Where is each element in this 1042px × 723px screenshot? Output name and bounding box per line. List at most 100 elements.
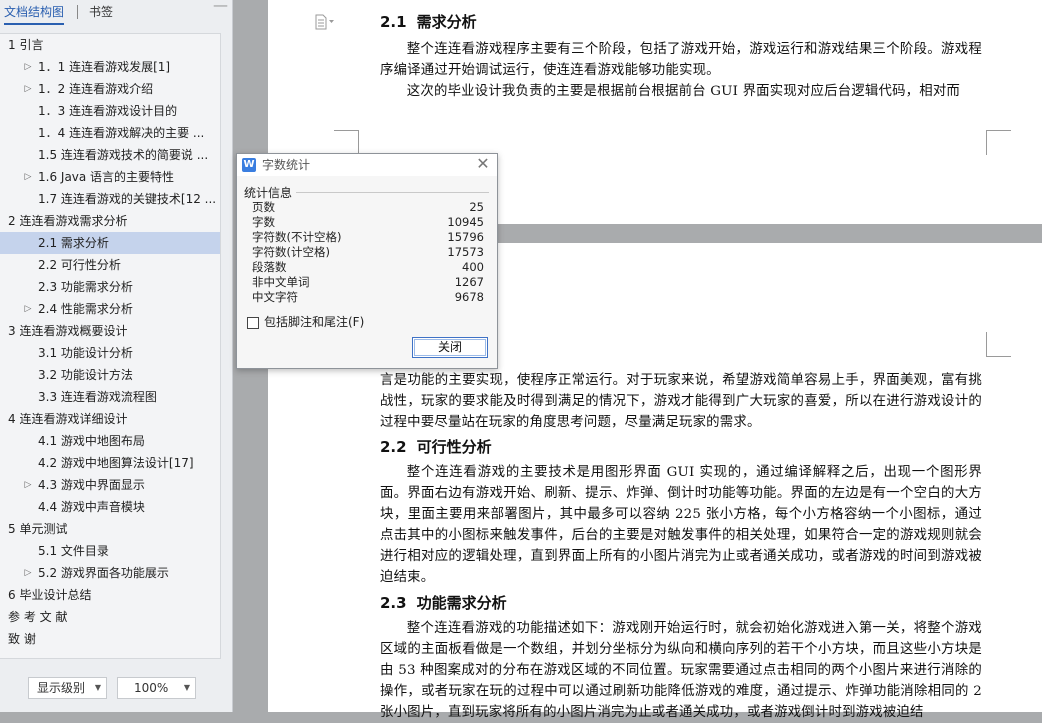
paragraph: 这次的毕业设计我负责的主要是根据前台根据前台 GUI 界面实现对应后台逻辑代码，… (406, 84, 961, 99)
stat-label: 段落数 (252, 260, 287, 274)
outline-item-label: 3 连连看游戏概要设计 (8, 324, 128, 338)
outline-item-label: 5.2 游戏界面各功能展示 (38, 566, 169, 580)
outline-item[interactable]: ▷ 1．1 连连看游戏发展[1] (0, 56, 220, 78)
stat-row: 页数 25 (252, 200, 484, 215)
margin-mark (334, 130, 359, 155)
outline-item[interactable]: 1.5 连连看游戏技术的简要说 ... (0, 144, 220, 166)
display-level-dropdown[interactable]: 显示级别 ▼ (28, 677, 107, 699)
outline-item[interactable]: 4.2 游戏中地图算法设计[17] (0, 452, 220, 474)
document-icon[interactable] (314, 14, 336, 30)
outline-item[interactable]: ▷ 5.2 游戏界面各功能展示 (0, 562, 220, 584)
paragraph: 整个连连看游戏程序主要有三个阶段，包括了游戏开始，游戏运行和游戏结果三个阶段。游… (380, 42, 982, 78)
outline-item[interactable]: 参 考 文 献 (0, 606, 220, 628)
close-icon[interactable]: ✕ (475, 155, 491, 173)
outline-item-label: 1．4 连连看游戏解决的主要 ... (38, 126, 205, 140)
expand-arrow-icon[interactable]: ▷ (23, 78, 33, 100)
section-heading-2-1: 2.1 需求分析 (380, 11, 477, 33)
include-footnotes-checkbox[interactable] (247, 317, 259, 329)
heading-text: 功能需求分析 (416, 594, 507, 612)
outline-item[interactable]: 1 引言 (0, 34, 220, 56)
stat-label: 页数 (252, 200, 275, 214)
outline-item-label: 2.2 可行性分析 (38, 258, 121, 272)
outline-item-label: 3.1 功能设计分析 (38, 346, 133, 360)
paragraph: 言是功能的主要实现，使程序正常运行。对于玩家来说，希望游戏简单容易上手，界面美观… (380, 373, 982, 430)
expand-arrow-icon[interactable]: ▷ (23, 166, 33, 188)
outline-item[interactable]: 5 单元测试 (0, 518, 220, 540)
dialog-title: 字数统计 (262, 158, 311, 172)
expand-arrow-icon[interactable]: ▷ (23, 56, 33, 78)
outline-item-label: 4.2 游戏中地图算法设计[17] (38, 456, 194, 470)
outline-item[interactable]: 2 连连看游戏需求分析 (0, 210, 220, 232)
expand-arrow-icon[interactable]: ▷ (23, 562, 33, 584)
outline-item[interactable]: 5.1 文件目录 (0, 540, 220, 562)
dialog-titlebar[interactable]: W 字数统计 ✕ (237, 154, 497, 176)
stat-label: 字符数(计空格) (252, 245, 330, 259)
stat-row: 中文字符 9678 (252, 290, 484, 305)
outline-item-label: 1．2 连连看游戏介绍 (38, 82, 154, 96)
outline-item[interactable]: 4 连连看游戏详细设计 (0, 408, 220, 430)
zoom-dropdown[interactable]: 100% ▼ (117, 677, 196, 699)
stat-label: 中文字符 (252, 290, 298, 304)
outline-item[interactable]: 3.3 连连看游戏流程图 (0, 386, 220, 408)
nav-bottom-bar: 显示级别 ▼ 100% ▼ (0, 672, 232, 704)
outline-item[interactable]: 3.1 功能设计分析 (0, 342, 220, 364)
heading-text: 需求分析 (416, 13, 477, 31)
stat-value: 15796 (447, 230, 484, 244)
outline-item-label: 2 连连看游戏需求分析 (8, 214, 128, 228)
stat-label: 字数 (252, 215, 275, 229)
outline-item-label: 参 考 文 献 (8, 610, 68, 624)
include-footnotes-label[interactable]: 包括脚注和尾注(F) (264, 314, 364, 330)
section-heading-2-3: 2.3 功能需求分析 (380, 592, 507, 614)
expand-arrow-icon[interactable]: ▷ (23, 298, 33, 320)
heading-number: 2.2 (380, 438, 407, 456)
tab-document-map[interactable]: 文档结构图 (4, 3, 65, 25)
outline-item-label: 4 连连看游戏详细设计 (8, 412, 128, 426)
tab-bookmarks[interactable]: 书签 (89, 3, 113, 21)
outline-item[interactable]: 3 连连看游戏概要设计 (0, 320, 220, 342)
outline-item[interactable]: ▷ 2.4 性能需求分析 (0, 298, 220, 320)
heading-number: 2.1 (380, 13, 407, 31)
outline-item-label: 1．3 连连看游戏设计目的 (38, 104, 178, 118)
outline-item[interactable]: 3.2 功能设计方法 (0, 364, 220, 386)
chevron-down-icon: ▼ (183, 683, 190, 692)
outline-item-label: 3.3 连连看游戏流程图 (38, 390, 157, 404)
outline-item-label: 2.4 性能需求分析 (38, 302, 133, 316)
navigation-pane: 文档结构图 书签 — 1 引言 ▷ 1．1 连连看游戏发展[1] ▷ 1．2 连连看游戏… (0, 0, 233, 712)
nav-tabs: 文档结构图 书签 — (0, 0, 232, 25)
stat-row: 非中文单词 1267 (252, 275, 484, 290)
stat-row: 字符数(不计空格) 15796 (252, 230, 484, 245)
paragraph: 整个连连看游戏的主要技术是用图形界面 GUI 实现的，通过编译解释之后，出现一个… (380, 465, 982, 585)
section-heading-2-2: 2.2 可行性分析 (380, 436, 492, 458)
stat-row: 字数 10945 (252, 215, 484, 230)
paragraph: 整个连连看游戏的功能描述如下：游戏刚开始运行时，就会初始化游戏进入第一关，将整个… (380, 621, 982, 720)
outline-item[interactable]: 1.7 连连看游戏的关键技术[12 ... (0, 188, 220, 210)
outline-item[interactable]: ▷ 4.3 游戏中界面显示 (0, 474, 220, 496)
outline-item-label: 3.2 功能设计方法 (38, 368, 133, 382)
outline-item[interactable]: 4.4 游戏中声音模块 (0, 496, 220, 518)
outline-item[interactable]: 4.1 游戏中地图布局 (0, 430, 220, 452)
outline-item[interactable]: ▷ 1．2 连连看游戏介绍 (0, 78, 220, 100)
word-count-dialog: W 字数统计 ✕ 统计信息 包括脚注和尾注(F) 关闭 页数 25 字数 10945 字… (236, 153, 498, 369)
stat-value: 25 (469, 200, 484, 214)
margin-mark (986, 332, 1011, 357)
outline-item-label: 5 单元测试 (8, 522, 68, 536)
outline-item[interactable]: 6 毕业设计总结 (0, 584, 220, 606)
outline-item[interactable]: 2.1 需求分析 (0, 232, 220, 254)
outline-item-label: 6 毕业设计总结 (8, 588, 92, 602)
outline-item[interactable]: 2.2 可行性分析 (0, 254, 220, 276)
outline-item[interactable]: ▷ 1.6 Java 语言的主要特性 (0, 166, 220, 188)
outline-item[interactable]: 1．4 连连看游戏解决的主要 ... (0, 122, 220, 144)
group-divider (296, 192, 489, 193)
outline-item[interactable]: 1．3 连连看游戏设计目的 (0, 100, 220, 122)
outline-item[interactable]: 2.3 功能需求分析 (0, 276, 220, 298)
stat-value: 9678 (454, 290, 484, 304)
stat-label: 非中文单词 (252, 275, 310, 289)
outline-item-label: 4.1 游戏中地图布局 (38, 434, 145, 448)
expand-arrow-icon[interactable]: ▷ (23, 474, 33, 496)
zoom-value: 100% (134, 681, 169, 695)
close-button[interactable]: 关闭 (412, 337, 488, 358)
close-pane-icon[interactable]: — (213, 0, 228, 13)
stat-value: 10945 (447, 215, 484, 229)
tab-divider (77, 5, 78, 19)
outline-item[interactable]: 致 谢 (0, 628, 220, 650)
